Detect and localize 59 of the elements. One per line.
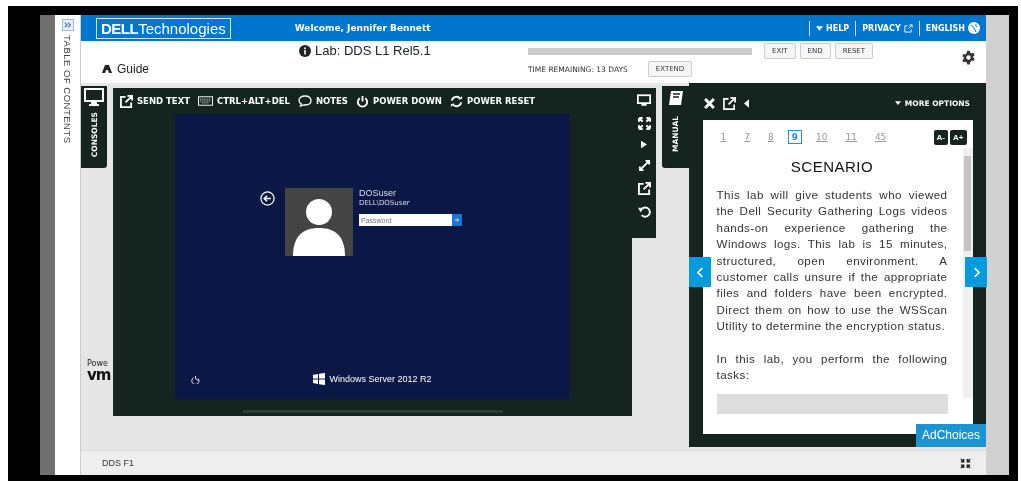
toolbar-button[interactable]: SEND TEXT	[120, 94, 190, 108]
book-icon	[667, 90, 684, 108]
caret-icon	[894, 101, 901, 105]
font-size-button[interactable]: A+	[950, 129, 967, 145]
powered-by-text: Powe	[87, 360, 109, 368]
external-link-icon	[903, 23, 913, 33]
globe-icon	[968, 22, 980, 34]
refresh-icon	[449, 94, 463, 108]
resize-icon[interactable]	[637, 159, 651, 172]
toolbar-button[interactable]: CTRL+ALT+DEL	[198, 94, 290, 108]
back-icon[interactable]	[260, 191, 275, 206]
paragraph: This lab will give students who viewed the Dell Security Gathering Logs videos hands-on experience gathering the Windows logs. This lab is 15 minutes, structured, open environment. A customer calls unsure if the appropriate files and folders have been encrypted. Direct them on how to use the WSScan Utility to determine the encryption status.	[716, 187, 948, 335]
external-link-icon[interactable]	[637, 182, 651, 195]
nav-link[interactable]: ENGLISH	[925, 22, 980, 34]
toolbar-button[interactable]: NOTES	[297, 94, 348, 108]
welcome-text: Welcome, Jennifer Bennett	[294, 23, 431, 33]
ease-of-access-icon[interactable]	[191, 374, 200, 384]
chevron-left-icon	[696, 266, 704, 278]
font-size-button[interactable]: A-	[933, 129, 949, 145]
nav-link[interactable]: PRIVACY	[862, 23, 913, 33]
section-heading: SCENARIO	[789, 158, 875, 175]
lab-title: Lab: DDS L1 Rel5.1	[315, 43, 431, 58]
guide-icon	[101, 64, 113, 74]
os-label: Windows Server 2012 R2	[329, 374, 432, 384]
windows-logo	[313, 373, 326, 385]
collapse-icon[interactable]	[744, 98, 749, 108]
settings-icon[interactable]	[961, 50, 976, 65]
table-of-contents-tab[interactable]: TABLE OF CONTENTS	[62, 35, 73, 144]
page-link[interactable]: 9	[787, 130, 802, 144]
keyboard-icon	[198, 96, 213, 106]
vendor-logo: vm	[87, 368, 111, 383]
arrow-icon	[454, 217, 460, 223]
nav-link[interactable]: HELP	[816, 23, 850, 33]
chevron-right-icon	[972, 266, 980, 278]
logo: DELLTechnologies	[96, 17, 231, 39]
close-icon[interactable]	[704, 97, 715, 109]
expand-button[interactable]	[61, 19, 74, 31]
fullscreen-icon[interactable]	[637, 117, 651, 130]
undo-icon[interactable]	[637, 205, 651, 218]
speech-bubble-icon	[297, 95, 312, 107]
toolbar-button[interactable]: POWER RESET	[449, 94, 536, 108]
scrollbar[interactable]	[962, 148, 973, 398]
share-icon	[120, 94, 133, 108]
power-icon	[356, 94, 369, 108]
next-button[interactable]	[965, 257, 987, 287]
previous-button[interactable]	[689, 257, 711, 287]
guide-link[interactable]: Guide	[101, 62, 521, 76]
footer-label: DDS F1	[102, 458, 134, 468]
paragraph: In this lab, you perform the following tasks:	[716, 350, 948, 384]
user-name: DOSuser	[359, 188, 397, 198]
monitor-icon	[84, 88, 104, 106]
monitor-icon[interactable]	[637, 94, 651, 107]
collapse-icon[interactable]	[960, 457, 971, 469]
play-icon[interactable]	[641, 140, 647, 149]
external-link-icon[interactable]	[723, 96, 736, 110]
user-avatar-icon	[285, 188, 353, 256]
caret-icon	[816, 25, 824, 31]
toolbar-button[interactable]: POWER DOWN	[356, 94, 442, 108]
info-icon[interactable]	[299, 44, 311, 57]
